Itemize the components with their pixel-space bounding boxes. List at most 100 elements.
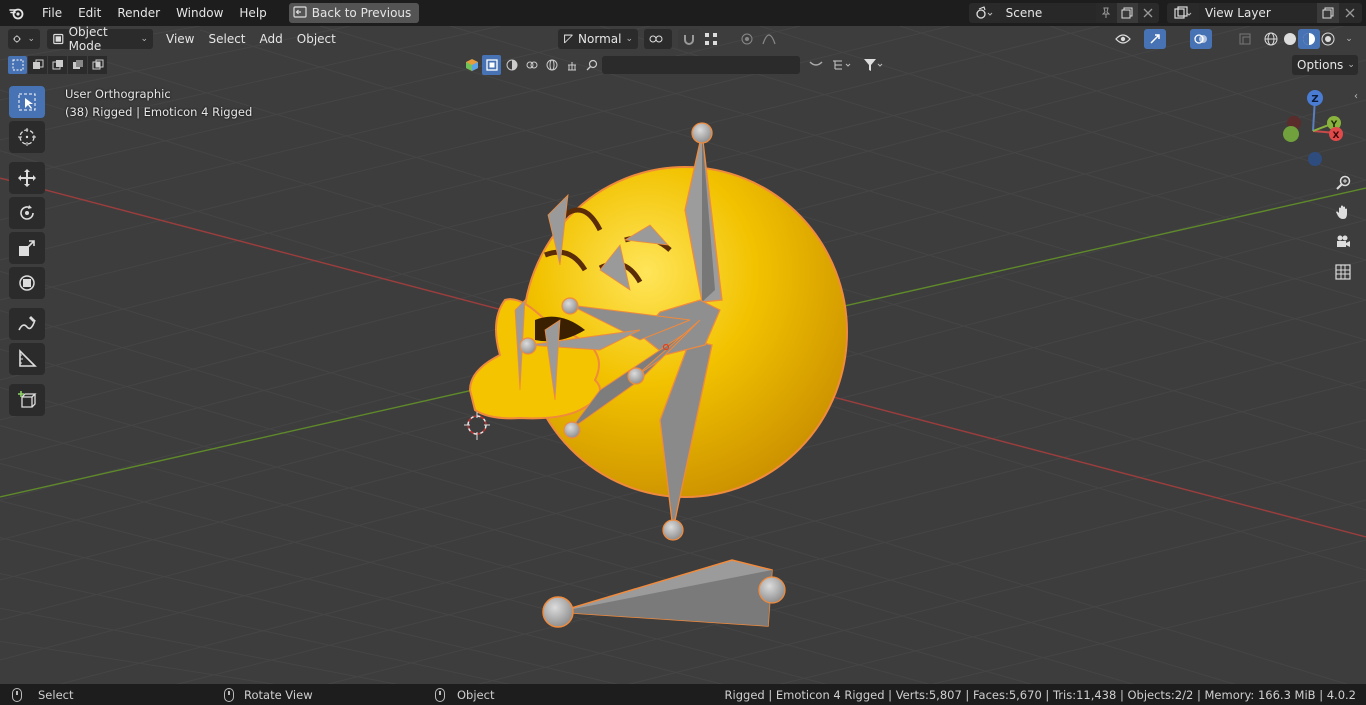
shading-options-chevron-icon[interactable]: ⌄ (1338, 29, 1360, 49)
menu-add[interactable]: Add (253, 32, 290, 46)
orientation-icon (564, 34, 573, 44)
scale-tool-icon[interactable] (9, 232, 45, 264)
menu-edit[interactable]: Edit (70, 2, 109, 24)
tool-shelf (9, 86, 47, 419)
object-type-colored-icon[interactable] (462, 55, 481, 75)
gizmo-z-label: Z (1311, 94, 1318, 105)
filter-texture-icon[interactable] (522, 55, 541, 75)
scene-icon[interactable] (969, 3, 1000, 23)
gizmo-x-label: X (1333, 131, 1340, 141)
menu-help[interactable]: Help (231, 2, 274, 24)
new-view-layer-icon[interactable] (1317, 3, 1339, 23)
status-rotate-hint: Rotate View (224, 687, 313, 702)
blender-logo-icon[interactable] (4, 0, 30, 26)
snap-grid-icon[interactable] (700, 29, 722, 49)
hierarchy-display-icon[interactable] (828, 55, 858, 75)
back-to-previous-label: Back to Previous (311, 6, 412, 20)
search-icon (582, 55, 601, 75)
menu-file[interactable]: File (34, 2, 70, 24)
select-subtract-icon[interactable] (48, 56, 67, 74)
object-info-label: (38) Rigged | Emoticon 4 Rigged (65, 105, 253, 119)
status-select-hint: Select (12, 687, 74, 702)
cursor-tool-icon[interactable] (9, 121, 45, 153)
back-screen-icon (293, 5, 307, 21)
editor-type-dropdown[interactable]: ⌄ (8, 29, 40, 49)
options-dropdown[interactable]: Options ⌄ (1292, 55, 1358, 75)
filter-material-icon[interactable] (502, 55, 521, 75)
delete-view-layer-icon[interactable] (1339, 3, 1361, 23)
xray-toggle-icon[interactable] (1234, 29, 1256, 49)
scene-selector[interactable]: Scene (969, 3, 1159, 23)
options-label: Options (1297, 58, 1344, 72)
chevron-down-icon: ⌄ (27, 34, 35, 44)
transform-tool-icon[interactable] (9, 267, 45, 299)
mode-dropdown[interactable]: Object Mode ⌄ (47, 26, 153, 53)
chevron-down-icon: ⌄ (1347, 60, 1355, 70)
menu-object[interactable]: Object (290, 32, 343, 46)
filter-armature-icon[interactable] (562, 55, 581, 75)
visibility-icon[interactable] (1112, 29, 1134, 49)
filter-mesh-icon[interactable] (482, 55, 501, 75)
menu-view[interactable]: View (159, 32, 201, 46)
object-mode-icon (53, 33, 64, 45)
filter-dropdown-icon[interactable] (805, 55, 827, 75)
camera-view-icon[interactable] (1331, 230, 1355, 254)
add-cube-tool-icon[interactable] (9, 384, 45, 416)
navigation-gizmo[interactable]: Z Y X (1278, 86, 1348, 168)
orientation-label: Normal (578, 32, 622, 46)
transform-orientation-dropdown[interactable]: Normal ⌄ (558, 29, 638, 49)
viewport-scene (0, 26, 1366, 684)
overlays-toggle-icon[interactable] (1190, 29, 1212, 49)
pan-hand-icon[interactable] (1331, 200, 1355, 224)
status-bar: Select Rotate View Object Rigged | Emoti… (0, 684, 1366, 705)
top-menu-bar: File Edit Render Window Help Back to Pre… (0, 0, 1366, 26)
rendered-shading-icon[interactable] (1317, 29, 1339, 49)
mouse-middle-icon (224, 687, 234, 702)
status-select-label: Select (38, 687, 74, 702)
filter-funnel-icon[interactable] (859, 55, 889, 75)
chevron-down-icon: ⌄ (140, 34, 148, 44)
select-extend-icon[interactable] (28, 56, 47, 74)
view-layer-name-field[interactable]: View Layer (1199, 3, 1317, 23)
mouse-right-icon (435, 687, 445, 702)
snap-toggle-icon[interactable] (678, 29, 700, 49)
view-layer-icon[interactable] (1167, 3, 1199, 23)
pivot-icon (649, 35, 663, 43)
select-mode-group (8, 56, 107, 74)
menu-select[interactable]: Select (201, 32, 252, 46)
pivot-point-dropdown[interactable] (644, 29, 672, 49)
zoom-icon[interactable] (1331, 171, 1355, 195)
sidebar-toggle-chevron-icon[interactable]: ‹ (1354, 91, 1358, 102)
gizmo-toggle-icon[interactable] (1144, 29, 1166, 49)
select-new-icon[interactable] (8, 56, 27, 74)
filter-world-icon[interactable] (542, 55, 561, 75)
mouse-left-icon (12, 687, 22, 702)
select-box-tool-icon[interactable] (9, 86, 45, 118)
menu-render[interactable]: Render (109, 2, 168, 24)
new-scene-icon[interactable] (1116, 3, 1138, 23)
object-type-filter-group (462, 55, 889, 75)
mode-label: Object Mode (68, 26, 108, 53)
delete-scene-icon[interactable] (1138, 3, 1159, 23)
select-invert-icon[interactable] (68, 56, 87, 74)
scene-statistics: Rigged | Emoticon 4 Rigged | Verts:5,807… (724, 687, 1356, 702)
view-name-label: User Orthographic (65, 87, 171, 101)
back-to-previous-button[interactable]: Back to Previous (288, 3, 420, 23)
view-layer-selector[interactable]: View Layer (1167, 3, 1362, 23)
status-object-hint: Object (435, 687, 494, 702)
falloff-icon[interactable] (758, 29, 780, 49)
status-rotate-label: Rotate View (244, 687, 313, 702)
pin-icon[interactable] (1096, 3, 1117, 23)
measure-tool-icon[interactable] (9, 343, 45, 375)
3d-viewport[interactable]: ⌄ Object Mode ⌄ View Select Add Object N… (0, 26, 1366, 684)
search-input[interactable] (602, 56, 800, 74)
menu-window[interactable]: Window (168, 2, 231, 24)
proportional-edit-icon[interactable] (736, 29, 758, 49)
scene-name-field[interactable]: Scene (999, 3, 1096, 23)
perspective-grid-icon[interactable] (1331, 260, 1355, 284)
move-tool-icon[interactable] (9, 162, 45, 194)
rotate-tool-icon[interactable] (9, 197, 45, 229)
editor-3d-icon (13, 35, 21, 43)
annotate-tool-icon[interactable] (9, 308, 45, 340)
select-intersect-icon[interactable] (88, 56, 107, 74)
